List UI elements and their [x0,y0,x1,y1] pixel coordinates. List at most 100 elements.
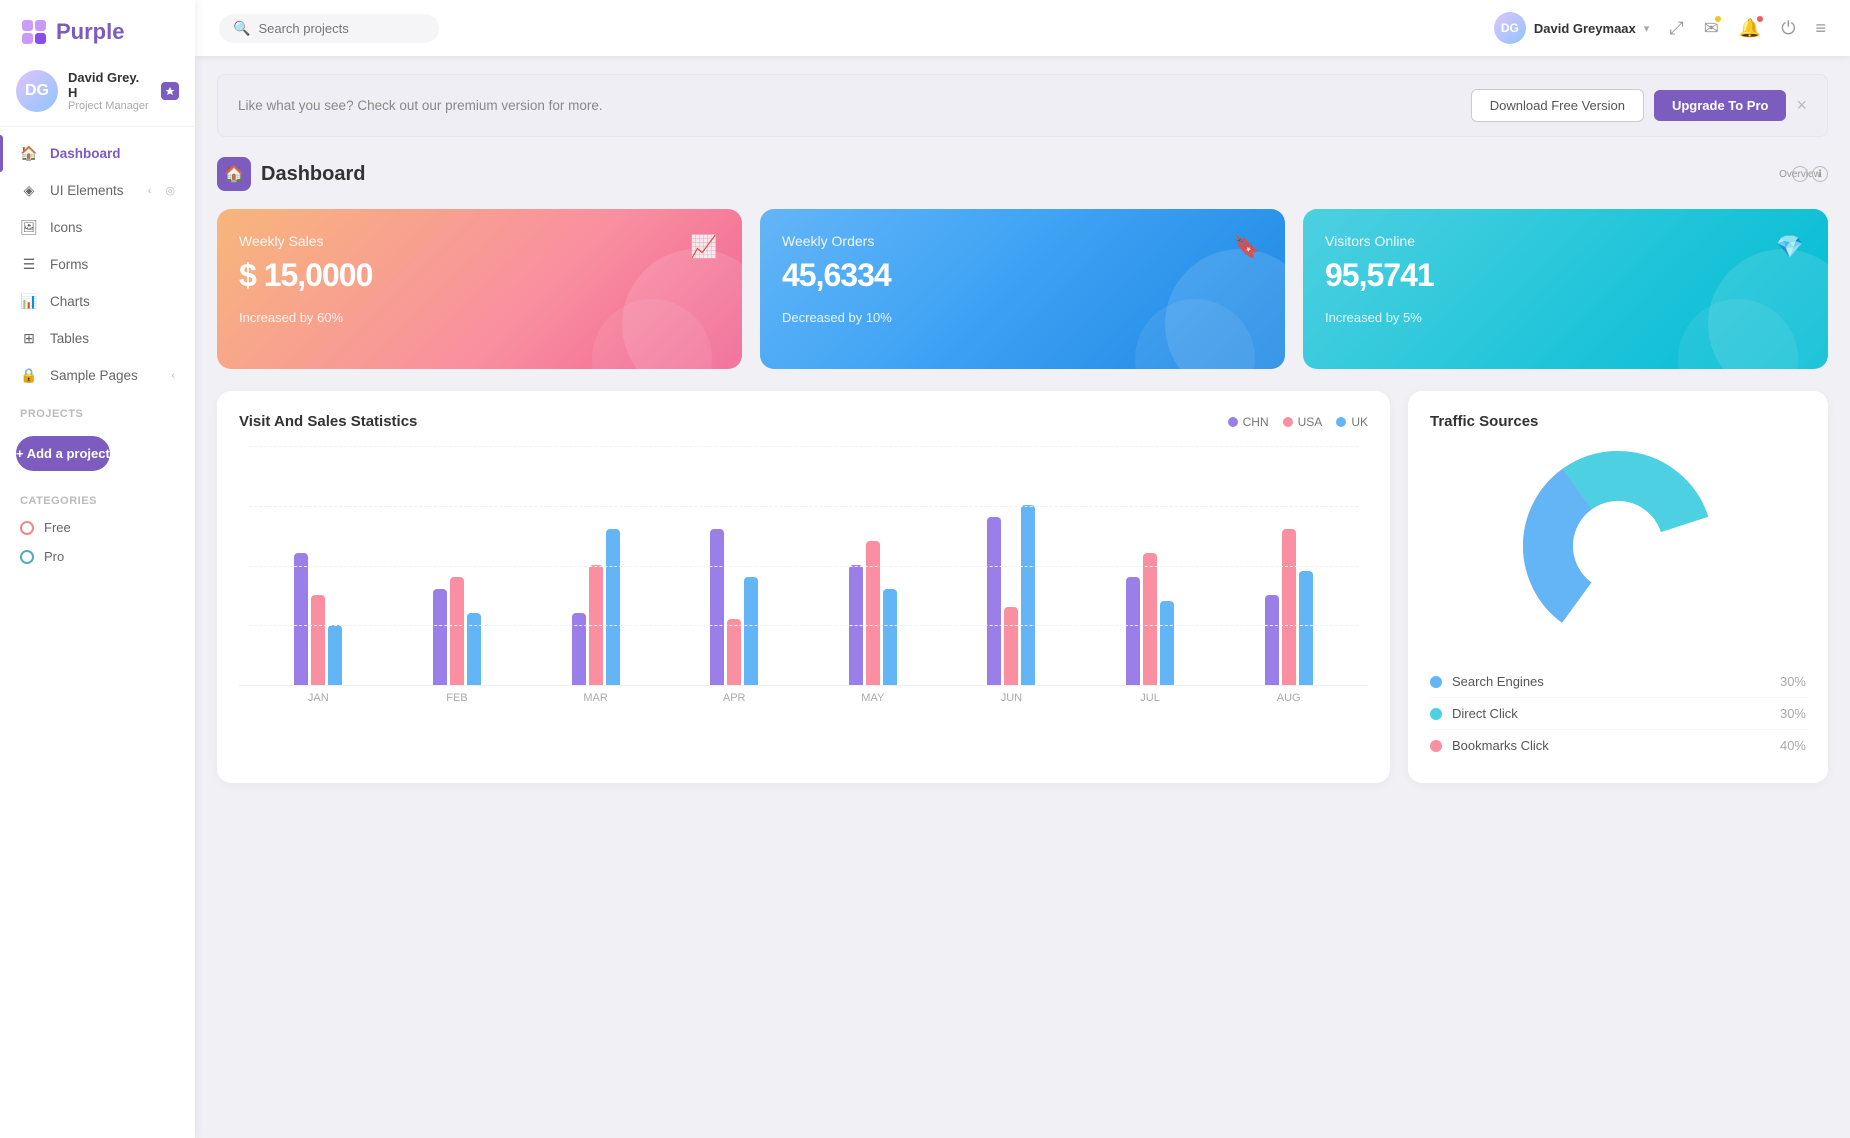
chevron-icon: ‹ [171,370,175,382]
chn-dot [1228,417,1238,427]
sidebar-item-dashboard[interactable]: 🏠 Dashboard [0,135,195,172]
sidebar-item-ui-elements[interactable]: ◈ UI Elements ‹ ◎ [0,172,195,209]
bar-month-label: FEB [388,692,527,704]
uk-label: UK [1351,415,1368,429]
bar-month-label: MAR [526,692,665,704]
banner: Like what you see? Check out our premium… [217,74,1828,137]
charts-row: Visit And Sales Statistics CHN USA UK [217,391,1828,783]
usa-label: USA [1298,415,1323,429]
visitors-change: Increased by 5% [1325,310,1806,325]
user-role: Project Manager [68,100,151,112]
sidebar-item-icons[interactable]: 🖼 Icons [0,209,195,246]
topbar-user[interactable]: DG David Greymaax ▾ [1494,12,1649,44]
page-header: 🏠 Dashboard Overview ℹ [217,157,1828,191]
overview-link[interactable]: Overview ℹ [1792,166,1828,182]
menu-icon[interactable]: ≡ [1815,18,1826,39]
bar-chart-title: Visit And Sales Statistics [239,413,417,430]
search-engines-dot [1430,676,1442,688]
bar-pink [450,577,464,685]
legend-search-engines: Search Engines 30% [1430,666,1806,698]
projects-section-label: Projects [0,394,195,426]
category-free[interactable]: Free [0,513,195,542]
mail-icon[interactable]: ✉ [1704,18,1719,39]
page-title-icon: 🏠 [217,157,251,191]
category-pro[interactable]: Pro [0,542,195,571]
tables-icon: ⊞ [20,330,38,347]
brand-name: Purple [56,19,124,45]
sidebar-item-label: Charts [50,294,90,309]
banner-close-button[interactable]: × [1796,95,1807,116]
bar-purple [710,529,724,685]
bar-blue [744,577,758,685]
expand-icon[interactable]: ⤢ [1669,18,1683,39]
stats-grid: 📈 Weekly Sales $ 15,0000 Increased by 60… [217,209,1828,369]
sidebar-item-sample-pages[interactable]: 🔒 Sample Pages ‹ [0,357,195,394]
legend-direct-click: Direct Click 30% [1430,698,1806,730]
chn-label: CHN [1243,415,1269,429]
search-input[interactable] [258,21,418,36]
legend-uk: UK [1336,415,1368,429]
bar-chart-legend: CHN USA UK [1228,415,1368,429]
bar-purple [1265,595,1279,685]
category-pro-label: Pro [44,549,64,564]
content: Like what you see? Check out our premium… [195,56,1850,1138]
sidebar-item-tables[interactable]: ⊞ Tables [0,320,195,357]
donut-wrap [1430,446,1806,646]
bar-month-label: JUL [1081,692,1220,704]
sales-change: Increased by 60% [239,310,720,325]
bar-group-may [804,541,943,685]
bar-chart [239,446,1368,686]
donut-svg [1518,446,1718,646]
orders-change: Decreased by 10% [782,310,1263,325]
sidebar: Purple DG David Grey. H Project Manager … [0,0,195,1138]
direct-click-pct: 30% [1780,706,1806,721]
banner-text: Like what you see? Check out our premium… [238,98,1471,113]
bookmarks-click-label: Bookmarks Click [1452,738,1780,753]
bar-group-jun [942,505,1081,685]
topbar-avatar: DG [1494,12,1526,44]
search-icon: 🔍 [233,20,250,37]
home-icon: 🏠 [20,145,38,162]
brand-icon [20,18,48,46]
category-free-label: Free [44,520,71,535]
bar-blue [1021,505,1035,685]
forms-icon: ☰ [20,256,38,273]
topbar-right: DG David Greymaax ▾ ⤢ ✉ 🔔 ⏻ ≡ [1494,12,1826,44]
topbar: 🔍 DG David Greymaax ▾ ⤢ ✉ 🔔 ⏻ ≡ [195,0,1850,56]
search-box[interactable]: 🔍 [219,14,439,43]
sidebar-item-label: Dashboard [50,146,121,161]
sidebar-item-charts[interactable]: 📊 Charts [0,283,195,320]
bar-purple [433,589,447,685]
user-badge [161,82,179,100]
sidebar-item-forms[interactable]: ☰ Forms [0,246,195,283]
add-project-button[interactable]: + Add a project [16,436,110,471]
banner-actions: Download Free Version Upgrade To Pro [1471,89,1787,122]
notifications-icon[interactable]: 🔔 [1739,18,1761,39]
power-icon[interactable]: ⏻ [1781,18,1795,39]
topbar-caret-icon: ▾ [1644,22,1650,35]
upgrade-pro-button[interactable]: Upgrade To Pro [1654,90,1787,121]
bar-group-jul [1081,553,1220,685]
bar-group-feb [388,577,527,685]
lock-icon: ◎ [165,184,175,197]
bar-month-label: MAY [804,692,943,704]
bar-blue [1299,571,1313,685]
bar-pink [727,619,741,685]
donut-legend: Search Engines 30% Direct Click 30% Book… [1430,666,1806,761]
stat-card-orders: 🔖 Weekly Orders 45,6334 Decreased by 10% [760,209,1285,369]
bar-group-jan [249,553,388,685]
sidebar-nav: 🏠 Dashboard ◈ UI Elements ‹ ◎ 🖼 Icons ☰ … [0,127,195,1138]
search-engines-label: Search Engines [1452,674,1780,689]
bar-blue [1160,601,1174,685]
legend-usa: USA [1283,415,1323,429]
charts-icon: 📊 [20,293,38,310]
bar-group-apr [665,529,804,685]
bar-purple [849,565,863,685]
notifications-badge [1755,14,1765,24]
overview-label: Overview [1792,166,1808,182]
bar-month-label: JAN [249,692,388,704]
download-free-button[interactable]: Download Free Version [1471,89,1644,122]
bar-chart-card: Visit And Sales Statistics CHN USA UK [217,391,1390,783]
bar-purple [1126,577,1140,685]
stat-card-visitors: 💎 Visitors Online 95,5741 Increased by 5… [1303,209,1828,369]
